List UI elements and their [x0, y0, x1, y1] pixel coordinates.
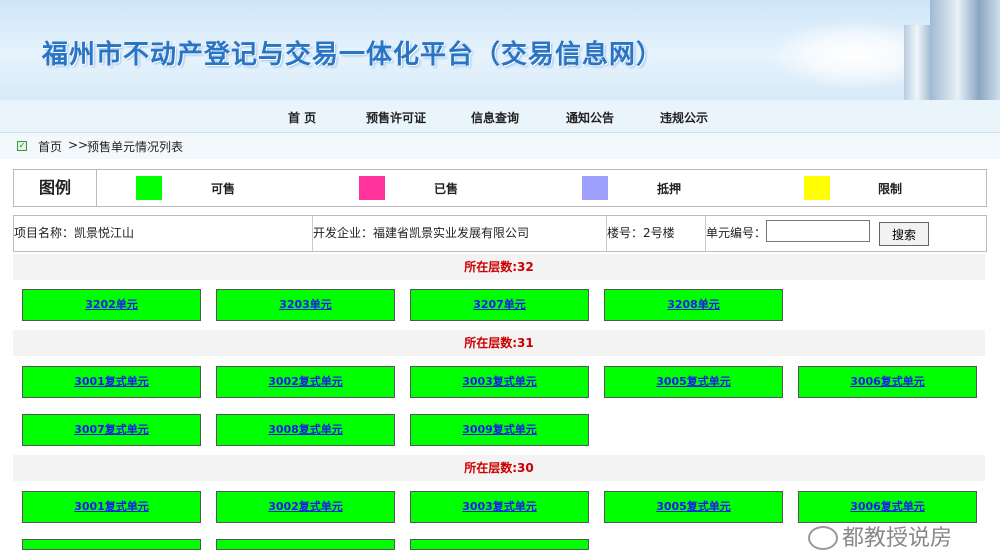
unit-link[interactable]: 3005复式单元 — [604, 366, 783, 398]
legend-label-restricted: 限制 — [878, 182, 903, 196]
unit-link[interactable]: 3009复式单元 — [410, 414, 589, 446]
breadcrumb: ✓ 首页 >> 预售单元情况列表 — [0, 133, 1000, 159]
legend-label-sold: 已售 — [434, 182, 459, 196]
unit-link[interactable]: 3003复式单元 — [410, 491, 589, 523]
unit-link[interactable]: 3207单元 — [410, 289, 589, 321]
nav-presale-permit[interactable]: 预售许可证 — [366, 109, 426, 126]
nav-home[interactable]: 首 页 — [288, 109, 316, 126]
floor-header: 所在层数:30 — [13, 455, 985, 481]
checkbox-icon: ✓ — [17, 141, 27, 151]
unit-link[interactable]: 3005复式单元 — [604, 491, 783, 523]
project-name: 项目名称：凯景悦江山 — [14, 216, 313, 251]
unit-link[interactable]: 3001复式单元 — [22, 366, 201, 398]
unit-link[interactable] — [22, 539, 201, 550]
search-button[interactable]: 搜索 — [879, 222, 929, 246]
building-decoration — [930, 0, 1000, 100]
nav-violations[interactable]: 违规公示 — [660, 109, 708, 126]
unit-link[interactable]: 3208单元 — [604, 289, 783, 321]
legend-swatch-restricted — [804, 176, 830, 200]
unit-link[interactable]: 3203单元 — [216, 289, 395, 321]
unit-link[interactable]: 3003复式单元 — [410, 366, 589, 398]
unit-link[interactable]: 3002复式单元 — [216, 366, 395, 398]
unit-link[interactable] — [216, 539, 395, 550]
unit-link[interactable]: 3002复式单元 — [216, 491, 395, 523]
legend-panel: 图例 可售 已售 抵押 限制 — [13, 169, 987, 207]
unit-link[interactable] — [410, 539, 589, 550]
floor-header: 所在层数:32 — [13, 254, 985, 280]
wechat-icon — [808, 526, 838, 550]
unit-link[interactable]: 3202单元 — [22, 289, 201, 321]
legend-swatch-sold — [359, 176, 385, 200]
unit-link[interactable]: 3006复式单元 — [798, 491, 977, 523]
site-title: 福州市不动产登记与交易一体化平台（交易信息网） — [42, 40, 664, 70]
nav-notices[interactable]: 通知公告 — [566, 109, 614, 126]
nav-info-query[interactable]: 信息查询 — [471, 109, 519, 126]
project-info-bar: 项目名称：凯景悦江山 开发企业：福建省凯景实业发展有限公司 楼号：2号楼 单元编… — [13, 215, 987, 252]
building-decoration — [904, 25, 930, 100]
unit-link[interactable]: 3008复式单元 — [216, 414, 395, 446]
header-banner: 福州市不动产登记与交易一体化平台（交易信息网） — [0, 0, 1000, 100]
floor-header: 所在层数:31 — [13, 330, 985, 356]
unit-number-input[interactable] — [766, 220, 870, 242]
legend-swatch-available — [136, 176, 162, 200]
unit-link[interactable]: 3007复式单元 — [22, 414, 201, 446]
main-nav: 首 页 预售许可证 信息查询 通知公告 违规公示 — [0, 100, 1000, 133]
unit-link[interactable]: 3001复式单元 — [22, 491, 201, 523]
breadcrumb-home[interactable]: 首页 — [38, 138, 62, 155]
legend-title: 图例 — [14, 170, 97, 206]
legend-label-mortgaged: 抵押 — [657, 182, 682, 196]
breadcrumb-separator: >> — [68, 138, 89, 152]
unit-number-label: 单元编号： — [706, 226, 767, 240]
legend-label-available: 可售 — [211, 182, 236, 196]
watermark-text: 都教授说房 — [842, 526, 953, 551]
developer-name: 开发企业：福建省凯景实业发展有限公司 — [313, 216, 607, 251]
legend-swatch-mortgaged — [582, 176, 608, 200]
breadcrumb-current: 预售单元情况列表 — [87, 140, 184, 154]
unit-link[interactable]: 3006复式单元 — [798, 366, 977, 398]
building-number: 楼号：2号楼 — [607, 216, 706, 251]
